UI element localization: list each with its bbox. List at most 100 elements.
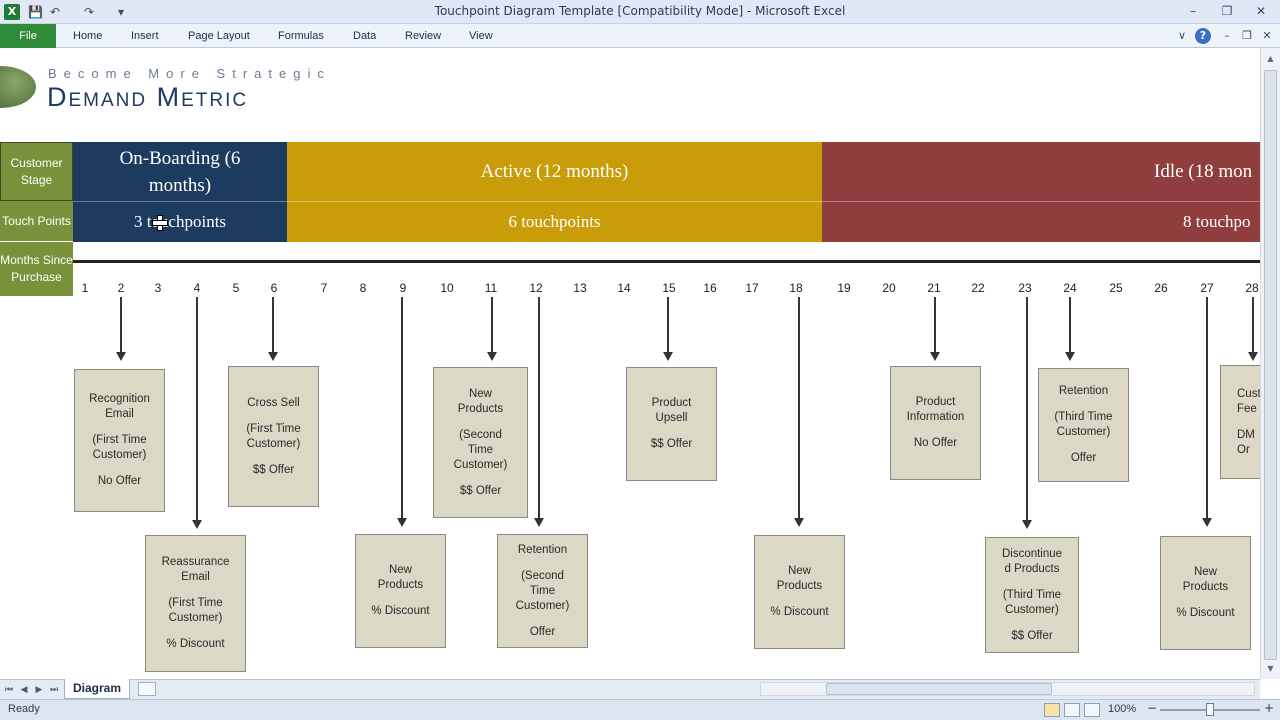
touch-points-label[interactable]: Touch Points [0, 201, 73, 242]
collapse-ribbon-icon[interactable]: ∨ [1173, 27, 1191, 45]
months-since-purchase-label[interactable]: Months Since Purchase [0, 242, 73, 297]
zoom-in-button[interactable]: + [1262, 702, 1276, 716]
touchpoint-box[interactable]: New Products % Discount [1160, 536, 1251, 650]
connector-arrow [534, 297, 544, 527]
touchpoint-line: Upsell [655, 412, 688, 424]
connector-arrow [930, 297, 940, 361]
tab-home[interactable]: Home [73, 24, 102, 48]
vertical-scrollbar[interactable]: ▲ ▼ [1260, 48, 1280, 679]
tab-file[interactable]: File [0, 24, 56, 48]
stage-onboarding[interactable]: On-Boarding (6 months) [73, 142, 287, 201]
touchpoint-line: Customer) [1056, 426, 1111, 438]
touchpoints-idle[interactable]: 8 touchpo [822, 201, 1260, 242]
connector-arrow [794, 297, 804, 527]
horizontal-scroll-thumb[interactable] [826, 683, 1052, 695]
touchpoint-box[interactable]: New Products (Second Time Customer) $$ Offer [433, 367, 528, 518]
page-layout-view-icon[interactable] [1064, 703, 1080, 717]
touchpoint-line: % Discount [166, 638, 225, 650]
month-label: 22 [971, 281, 985, 295]
touchpoints-active[interactable]: 6 touchpoints [287, 201, 822, 242]
scroll-down-icon[interactable]: ▼ [1264, 662, 1277, 676]
touchpoint-box[interactable]: New Products % Discount [754, 535, 845, 649]
month-label: 4 [193, 281, 201, 295]
month-label: 19 [837, 281, 851, 295]
zoom-slider-thumb[interactable] [1206, 703, 1214, 716]
close-button[interactable]: ✕ [1244, 2, 1278, 20]
help-icon[interactable]: ? [1195, 28, 1211, 44]
stage-active[interactable]: Active (12 months) [287, 142, 822, 201]
touchpoint-line: % Discount [770, 606, 829, 618]
touchpoint-line: Or [1237, 443, 1250, 456]
prev-sheet-icon[interactable]: ◀ [17, 682, 31, 698]
touchpoint-line: (First Time [92, 434, 147, 446]
insert-sheet-icon[interactable] [138, 682, 156, 696]
doc-minimize-button[interactable]: – [1218, 27, 1236, 45]
month-label: 13 [573, 281, 587, 295]
month-label: 16 [703, 281, 717, 295]
touchpoint-line: Offer [529, 625, 556, 638]
touchpoint-box[interactable]: Recognition Email (First Time Customer) No O… [74, 369, 165, 512]
touchpoint-box[interactable]: Product Upsell $$ Offer [626, 367, 717, 481]
sheet-tab-diagram[interactable]: Diagram [64, 679, 130, 699]
connector-arrow [1065, 297, 1075, 361]
month-label: 10 [440, 281, 454, 295]
touchpoint-box[interactable]: Discontinue d Products (Third Time Customer… [985, 537, 1079, 653]
month-label: 5 [232, 281, 240, 295]
touchpoint-line: New [468, 387, 492, 400]
connector-arrow [192, 297, 202, 529]
month-label: 14 [617, 281, 631, 295]
touchpoint-line: (Third Time [1054, 411, 1113, 423]
zoom-level[interactable]: 100% [1108, 703, 1136, 715]
touchpoint-line: Customer) [168, 612, 223, 624]
doc-restore-button[interactable]: ❐ [1238, 27, 1256, 45]
touchpoint-line: % Discount [1176, 607, 1235, 619]
touchpoint-line: Product [651, 397, 692, 409]
touchpoint-line: New [388, 564, 412, 576]
touchpoint-line: (First Time [246, 422, 301, 435]
zoom-out-button[interactable]: − [1145, 702, 1159, 716]
touchpoints-active-count: 6 touchpoints [508, 212, 601, 231]
page-break-view-icon[interactable] [1084, 703, 1100, 717]
scroll-up-icon[interactable]: ▲ [1264, 52, 1277, 66]
tab-insert[interactable]: Insert [131, 24, 159, 48]
doc-close-button[interactable]: ✕ [1258, 27, 1276, 45]
vertical-scroll-thumb[interactable] [1264, 70, 1277, 660]
month-label: 15 [662, 281, 676, 295]
touchpoint-box[interactable]: Product Information No Offer [890, 366, 981, 480]
month-label: 24 [1063, 281, 1077, 295]
month-label: 26 [1154, 281, 1168, 295]
next-sheet-icon[interactable]: ▶ [32, 682, 46, 698]
touchpoint-line: Customer) [92, 449, 147, 461]
touchpoint-line: $$ Offer [252, 463, 295, 476]
touchpoint-box[interactable]: Reassurance Email (First Time Customer) % Di… [145, 535, 246, 672]
touchpoint-box[interactable]: New Products % Discount [355, 534, 446, 648]
tab-page-layout[interactable]: Page Layout [188, 24, 250, 48]
normal-view-icon[interactable] [1044, 703, 1060, 717]
touchpoint-box[interactable]: Retention (Second Time Customer) Offer [497, 534, 588, 648]
tab-data[interactable]: Data [353, 24, 376, 48]
logo-name: Demand Metric [47, 82, 249, 112]
connector-arrow [116, 297, 126, 361]
touchpoint-box[interactable]: Cross Sell (First Time Customer) $$ Offer [228, 366, 319, 507]
touchpoint-line: $$ Offer [1011, 629, 1053, 642]
minimize-button[interactable]: – [1176, 2, 1210, 20]
tab-review[interactable]: Review [405, 24, 441, 48]
month-label: 20 [882, 281, 896, 295]
first-sheet-icon[interactable]: ⏮ [2, 682, 16, 698]
touchpoint-line: DM [1237, 428, 1255, 441]
last-sheet-icon[interactable]: ⏭ [47, 682, 61, 698]
tab-formulas[interactable]: Formulas [278, 24, 324, 48]
touchpoint-line: $$ Offer [459, 484, 502, 497]
touchpoint-line: Customer) [1005, 603, 1059, 616]
cell-cursor-icon [152, 215, 168, 231]
month-label: 17 [745, 281, 759, 295]
touchpoint-box[interactable]: Retention (Third Time Customer) Offer [1038, 368, 1129, 482]
touchpoints-onboarding[interactable]: 3 touchpoints [73, 201, 287, 242]
month-label: 2 [117, 281, 125, 295]
stage-idle[interactable]: Idle (18 mon [822, 142, 1260, 201]
touchpoint-line: Products [776, 580, 823, 592]
restore-button[interactable]: ❐ [1210, 2, 1244, 20]
customer-stage-label[interactable]: Customer Stage [0, 142, 73, 201]
tab-view[interactable]: View [469, 24, 493, 48]
month-label: 25 [1109, 281, 1123, 295]
